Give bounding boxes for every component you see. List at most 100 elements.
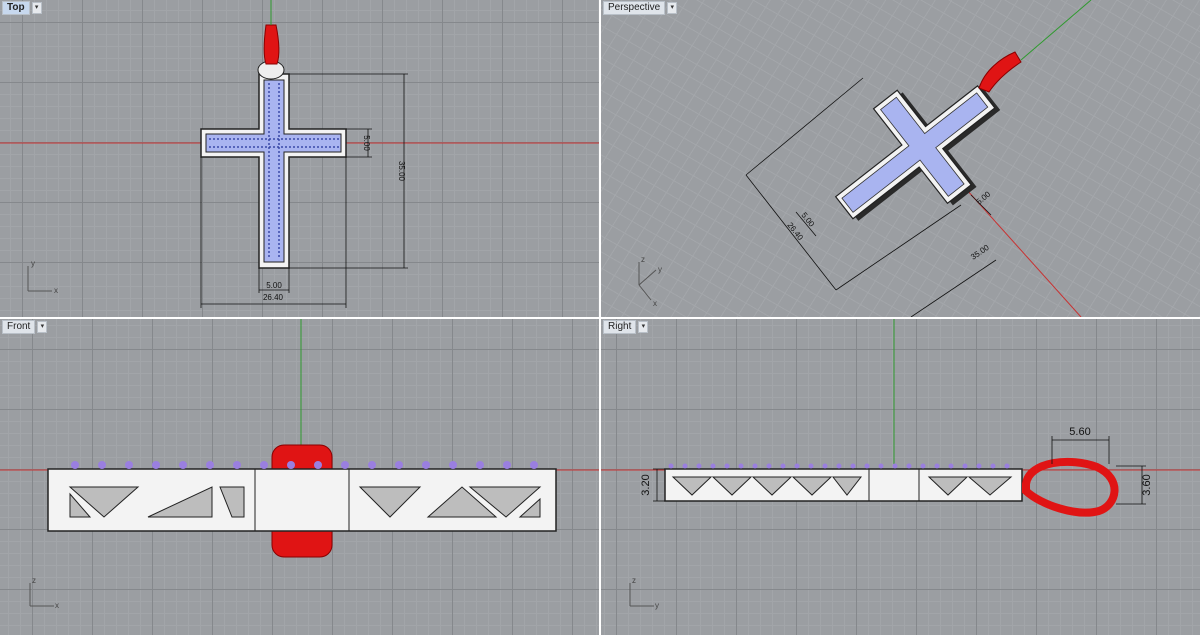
- stone-dot: [277, 146, 279, 148]
- stone-dot: [278, 231, 280, 233]
- stone-dot: [278, 131, 280, 133]
- stone-dot: [209, 146, 211, 148]
- stone-dot: [268, 251, 270, 253]
- stone-dot: [278, 111, 280, 113]
- axis-label-z: z: [632, 576, 636, 585]
- dropdown-arrow-icon[interactable]: ▾: [638, 321, 649, 333]
- stone-dot: [948, 463, 954, 469]
- stone-dot: [337, 146, 339, 148]
- axis-label-y: y: [658, 265, 662, 274]
- stone-dot: [268, 127, 270, 129]
- stone-dot: [920, 463, 926, 469]
- stone-dot: [278, 235, 280, 237]
- stone-dot: [794, 463, 800, 469]
- stone-dot: [309, 138, 311, 140]
- stone-dot: [906, 463, 912, 469]
- stone-dot: [278, 191, 280, 193]
- stone-dot: [249, 146, 251, 148]
- stone-dot: [864, 463, 870, 469]
- stone-dot: [668, 463, 674, 469]
- stone-dot: [213, 146, 215, 148]
- stone-dot: [221, 146, 223, 148]
- axis-label-x: x: [653, 299, 657, 308]
- viewport-tab-perspective[interactable]: Perspective ▾: [603, 1, 678, 15]
- stone-dot: [333, 138, 335, 140]
- stone-dot: [278, 219, 280, 221]
- viewport-label[interactable]: Front: [2, 320, 36, 334]
- stone-dot: [206, 461, 214, 469]
- stone-dot: [71, 461, 79, 469]
- viewport-label[interactable]: Perspective: [603, 1, 666, 15]
- stone-dot: [245, 146, 247, 148]
- stone-dot: [301, 146, 303, 148]
- dim-stem-width: 5.00: [266, 281, 282, 290]
- stone-dot: [257, 146, 259, 148]
- axis-label-x: x: [55, 601, 59, 610]
- stone-dot: [962, 463, 968, 469]
- viewport-tab-front[interactable]: Front ▾: [2, 320, 48, 334]
- stone-dot: [268, 171, 270, 173]
- dropdown-arrow-icon[interactable]: ▾: [667, 2, 678, 14]
- axis-triad-icon: [29, 583, 54, 607]
- stone-dot: [268, 107, 270, 109]
- viewport-front[interactable]: Front ▾ z x: [0, 319, 599, 635]
- dropdown-arrow-icon[interactable]: ▾: [37, 321, 48, 333]
- stone-dot: [268, 203, 270, 205]
- cross-profile: [47, 468, 557, 532]
- viewport-tab-top[interactable]: Top ▾: [2, 1, 42, 15]
- stone-dot: [752, 463, 758, 469]
- stone-dot: [278, 251, 280, 253]
- stone-dot: [269, 138, 271, 140]
- stone-dot: [268, 207, 270, 209]
- stone-dot: [293, 138, 295, 140]
- stone-dot: [268, 111, 270, 113]
- stone-dot: [268, 83, 270, 85]
- stone-dot: [530, 461, 538, 469]
- front-view-canvas: z x: [0, 319, 599, 610]
- stone-dot: [268, 123, 270, 125]
- stone-dot: [808, 463, 814, 469]
- stone-dot: [990, 463, 996, 469]
- stone-dot: [305, 138, 307, 140]
- viewport-divider-horizontal[interactable]: [0, 317, 1200, 319]
- stone-dot: [278, 215, 280, 217]
- viewport-right[interactable]: Right ▾ 5.60 3.20 3.60 z y: [601, 319, 1200, 635]
- stone-dot: [268, 87, 270, 89]
- stone-dot: [341, 461, 349, 469]
- stone-dot: [278, 119, 280, 121]
- dim-arm-width: 5.00: [362, 135, 371, 151]
- stone-dot: [257, 138, 259, 140]
- dropdown-arrow-icon[interactable]: ▾: [31, 2, 42, 14]
- stone-dot: [217, 138, 219, 140]
- stone-dot: [260, 461, 268, 469]
- stone-dot: [278, 187, 280, 189]
- stone-dot: [278, 83, 280, 85]
- viewport-label[interactable]: Right: [603, 320, 637, 334]
- stone-dot: [278, 179, 280, 181]
- stone-dot: [268, 163, 270, 165]
- stone-dot: [278, 95, 280, 97]
- stone-dot: [278, 171, 280, 173]
- stone-dot: [297, 138, 299, 140]
- stone-dot: [822, 463, 828, 469]
- stone-dot: [281, 146, 283, 148]
- stone-dot: [278, 207, 280, 209]
- viewport-top[interactable]: Top ▾ 5.00 35.00 26.40 5.00 y x: [0, 0, 599, 317]
- stone-dot: [225, 138, 227, 140]
- viewport-label[interactable]: Top: [2, 1, 30, 15]
- bail-loop: [978, 51, 1022, 93]
- viewport-perspective[interactable]: Perspective ▾ 5.00 26.40 5.00 35.00 z y …: [601, 0, 1200, 317]
- stone-dot: [278, 243, 280, 245]
- viewport-tab-right[interactable]: Right ▾: [603, 320, 649, 334]
- stone-dot: [209, 138, 211, 140]
- dim-bail-height: 3.60: [1141, 474, 1153, 495]
- stone-dot: [268, 211, 270, 213]
- stone-dot: [241, 146, 243, 148]
- stone-dot: [278, 115, 280, 117]
- stone-channel: [205, 79, 342, 263]
- stone-dot: [289, 146, 291, 148]
- stone-dot: [268, 135, 270, 137]
- stone-dot: [268, 219, 270, 221]
- stone-dot: [268, 91, 270, 93]
- bail-loop: [1022, 457, 1119, 517]
